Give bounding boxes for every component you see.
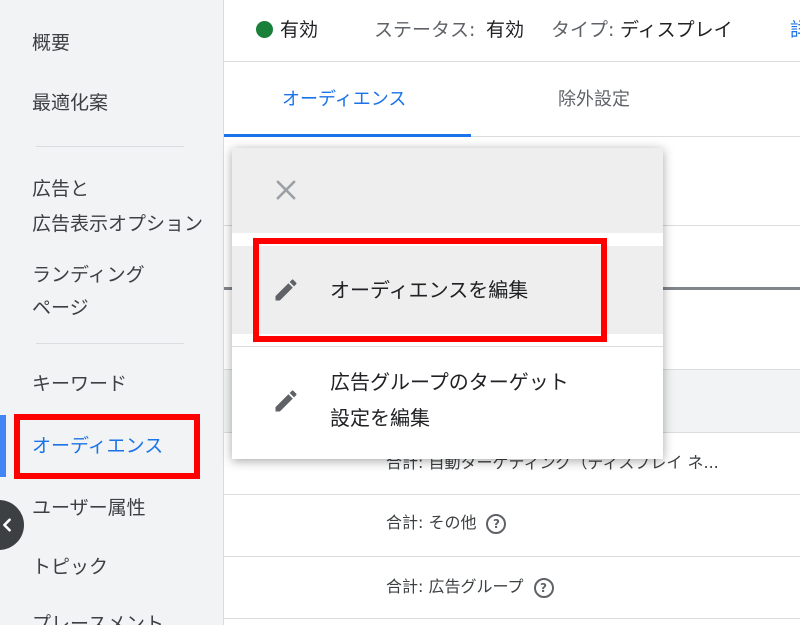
tab-exclusions[interactable]: 除外設定 bbox=[558, 88, 630, 112]
tab-audiences[interactable]: オーディエンス bbox=[282, 88, 406, 112]
sidebar: 概要 最適化案 広告と 広告表示オプション ランディング ページ キーワード オ… bbox=[0, 0, 224, 625]
help-icon[interactable]: ? bbox=[533, 577, 554, 598]
menu-item-label: 設定を編集 bbox=[330, 406, 430, 430]
row-divider bbox=[224, 494, 800, 495]
table-row: 合計: その他? bbox=[386, 512, 507, 534]
sidebar-item-label: ランディング bbox=[32, 264, 145, 286]
sidebar-divider bbox=[36, 146, 184, 147]
sidebar-item-label: ページ bbox=[32, 297, 89, 319]
chevron-left-icon bbox=[3, 518, 11, 532]
total-other: 合計: その他 bbox=[386, 513, 477, 532]
collapse-sidebar-button[interactable] bbox=[0, 500, 24, 550]
row-divider bbox=[224, 556, 800, 557]
status-dot-icon bbox=[256, 21, 273, 38]
sidebar-item-label: 広告と bbox=[32, 178, 90, 200]
campaign-header: 有効 ステータス: 有効 タイプ: ディスプレイ 詳 bbox=[224, 0, 800, 62]
edit-menu-popup: オーディエンスを編集 広告グループのターゲット 設定を編集 bbox=[232, 148, 663, 459]
type-label: タイプ: bbox=[551, 19, 615, 41]
close-icon[interactable] bbox=[272, 176, 300, 204]
type-value: ディスプレイ bbox=[620, 19, 733, 41]
pencil-icon bbox=[275, 279, 297, 301]
edit-audiences-menu-item[interactable]: オーディエンスを編集 bbox=[232, 246, 663, 334]
total-ad-groups: 合計: 広告グループ bbox=[386, 577, 524, 596]
table-row: 合計: 広告グループ? bbox=[386, 576, 554, 598]
sidebar-item-landing-pages[interactable]: ランディング ページ bbox=[32, 262, 145, 321]
sidebar-divider bbox=[36, 343, 184, 344]
sidebar-item-keywords[interactable]: キーワード bbox=[32, 371, 127, 397]
pencil-icon bbox=[275, 390, 297, 412]
menu-header bbox=[232, 148, 663, 233]
sidebar-item-placements[interactable]: プレースメント bbox=[32, 611, 164, 625]
row-divider bbox=[224, 618, 800, 619]
sidebar-item-audiences[interactable]: オーディエンス bbox=[32, 433, 163, 459]
tab-bar: オーディエンス 除外設定 bbox=[224, 62, 800, 137]
menu-item-label: オーディエンスを編集 bbox=[330, 278, 529, 302]
menu-item-label: 広告グループのターゲット bbox=[330, 370, 569, 394]
sidebar-item-demographics[interactable]: ユーザー属性 bbox=[32, 495, 146, 521]
sidebar-item-label: 広告表示オプション bbox=[32, 213, 204, 235]
details-link[interactable]: 詳 bbox=[790, 17, 800, 43]
edit-ad-group-targeting-menu-item[interactable]: 広告グループのターゲット 設定を編集 bbox=[232, 347, 663, 459]
status-label: ステータス: bbox=[374, 19, 476, 41]
status-value: 有効 bbox=[486, 19, 525, 41]
sidebar-item-topics[interactable]: トピック bbox=[32, 554, 108, 580]
sidebar-item-recommendations[interactable]: 最適化案 bbox=[32, 90, 108, 116]
active-indicator bbox=[0, 415, 6, 477]
status-text: 有効 bbox=[280, 19, 319, 41]
sidebar-item-overview[interactable]: 概要 bbox=[32, 30, 70, 56]
help-icon[interactable]: ? bbox=[486, 513, 507, 534]
sidebar-item-ads-extensions[interactable]: 広告と 広告表示オプション bbox=[32, 176, 203, 237]
active-tab-underline bbox=[224, 134, 471, 137]
